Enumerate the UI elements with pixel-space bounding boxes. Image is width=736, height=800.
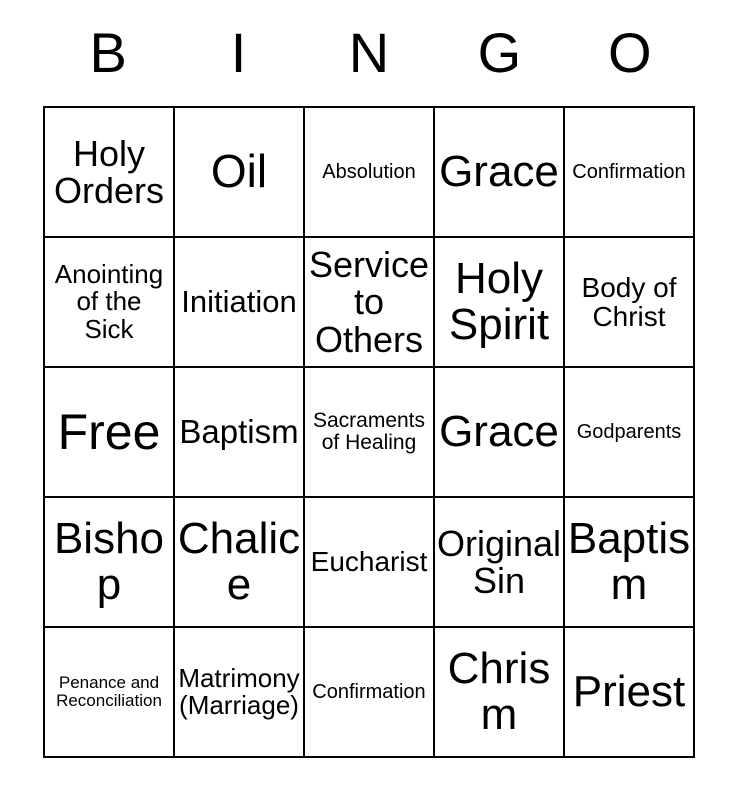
bingo-cell[interactable]: Baptism — [175, 368, 305, 498]
bingo-grid-row: Penance and Reconciliation Matrimony (Mar… — [45, 628, 695, 758]
bingo-cell-label: Service to Others — [308, 243, 430, 360]
bingo-cell-label: Penance and Reconciliation — [56, 673, 162, 710]
bingo-cell[interactable]: Chalice — [175, 498, 305, 628]
bingo-cell-label: Anointing of the Sick — [54, 259, 164, 344]
bingo-cell-label: Holy Spirit — [448, 254, 550, 349]
bingo-cell[interactable]: Sacraments of Healing — [305, 368, 435, 498]
bingo-cell[interactable]: Oil — [175, 108, 305, 238]
bingo-cell[interactable]: Initiation — [175, 238, 305, 368]
bingo-cell[interactable]: Baptism — [565, 498, 695, 628]
bingo-header: B I N G O — [43, 0, 695, 106]
bingo-header-letter-i: I — [230, 21, 247, 84]
bingo-cell-label: Baptism — [179, 412, 299, 450]
bingo-cell-label: Body of Christ — [581, 271, 677, 332]
bingo-header-letter-g: G — [477, 21, 522, 84]
bingo-header-letter-b: B — [89, 21, 127, 84]
bingo-cell[interactable]: Eucharist — [305, 498, 435, 628]
bingo-cell-label: Confirmation — [572, 160, 686, 183]
bingo-cell-label: Eucharist — [310, 546, 428, 578]
bingo-cell-label: Initiation — [181, 283, 297, 319]
bingo-cell[interactable]: Godparents — [565, 368, 695, 498]
bingo-cell[interactable]: Grace — [435, 368, 565, 498]
bingo-cell[interactable]: Grace — [435, 108, 565, 238]
bingo-card: B I N G O Holy Orders Oil Absolution Grace C… — [43, 0, 695, 800]
bingo-cell-label: Chrism — [447, 644, 551, 739]
bingo-grid: Holy Orders Oil Absolution Grace Confirmatio… — [43, 106, 695, 758]
bingo-cell-label: Absolution — [322, 160, 416, 183]
bingo-cell[interactable]: Confirmation — [565, 108, 695, 238]
bingo-cell[interactable]: Service to Others — [305, 238, 435, 368]
bingo-cell-label: Original Sin — [436, 522, 562, 601]
bingo-cell-label: Bishop — [53, 514, 165, 609]
bingo-cell[interactable]: Body of Christ — [565, 238, 695, 368]
bingo-cell[interactable]: Absolution — [305, 108, 435, 238]
bingo-cell[interactable]: Matrimony (Marriage) — [175, 628, 305, 758]
bingo-cell-label: Oil — [210, 145, 268, 198]
bingo-grid-row: Anointing of the Sick Initiation Service t… — [45, 238, 695, 368]
bingo-cell[interactable]: Free — [45, 368, 175, 498]
bingo-cell-label: Free — [57, 404, 161, 460]
bingo-cell-label: Grace — [439, 407, 559, 457]
bingo-grid-row: Bishop Chalice Eucharist Original Sin Baptis… — [45, 498, 695, 628]
bingo-cell-label: Baptism — [567, 514, 691, 609]
bingo-cell[interactable]: Penance and Reconciliation — [45, 628, 175, 758]
bingo-cell-label: Holy Orders — [53, 132, 165, 211]
bingo-cell[interactable]: Holy Orders — [45, 108, 175, 238]
bingo-cell[interactable]: Holy Spirit — [435, 238, 565, 368]
bingo-cell-label: Matrimony (Marriage) — [178, 662, 300, 720]
bingo-cell-label: Priest — [572, 667, 686, 717]
bingo-header-letter-o: O — [607, 21, 652, 84]
bingo-cell[interactable]: Bishop — [45, 498, 175, 628]
bingo-grid-row: Holy Orders Oil Absolution Grace Confirmatio… — [45, 108, 695, 238]
bingo-grid-row: Free Baptism Sacraments of Healing Grace God… — [45, 368, 695, 498]
bingo-cell[interactable]: Chrism — [435, 628, 565, 758]
bingo-cell[interactable]: Anointing of the Sick — [45, 238, 175, 368]
bingo-cell[interactable]: Priest — [565, 628, 695, 758]
bingo-cell-label: Grace — [439, 147, 559, 197]
bingo-cell[interactable]: Original Sin — [435, 498, 565, 628]
bingo-cell-label: Sacraments of Healing — [312, 409, 426, 454]
bingo-header-letter-n: N — [348, 21, 390, 84]
bingo-cell-label: Godparents — [576, 420, 682, 443]
bingo-cell[interactable]: Confirmation — [305, 628, 435, 758]
bingo-cell-label: Chalice — [177, 514, 301, 609]
bingo-cell-label: Confirmation — [312, 680, 426, 703]
